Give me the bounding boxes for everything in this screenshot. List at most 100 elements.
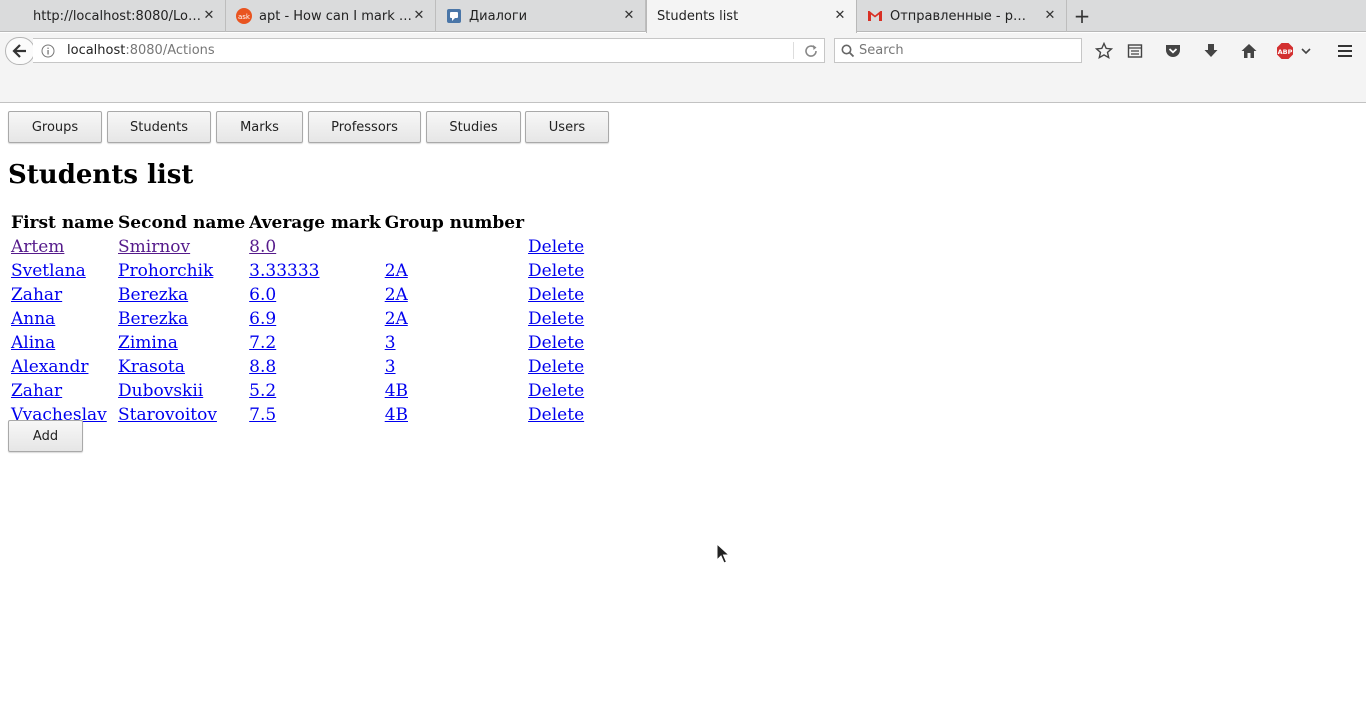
close-icon[interactable]: ✕	[832, 8, 848, 24]
close-icon[interactable]: ✕	[1042, 8, 1058, 24]
search-icon	[841, 44, 855, 58]
users-button[interactable]: Users	[525, 111, 609, 143]
first-name-link[interactable]: Svetlana	[11, 261, 86, 281]
table-cell: Delete	[527, 380, 585, 402]
delete-link[interactable]: Delete	[528, 261, 584, 281]
table-row: Zahar Dubovskii 5.2 4B Delete	[10, 380, 585, 402]
group-number-link[interactable]: 4B	[385, 381, 408, 401]
url-bar[interactable]: localhost:8080/Actions	[33, 38, 825, 63]
downloads-icon[interactable]	[1200, 40, 1222, 62]
bookmark-star-icon[interactable]	[1093, 40, 1115, 62]
delete-link[interactable]: Delete	[528, 237, 584, 257]
delete-link[interactable]: Delete	[528, 309, 584, 329]
average-mark-link[interactable]: 5.2	[249, 381, 276, 401]
table-cell: 3.33333	[248, 260, 382, 282]
average-mark-link[interactable]: 7.2	[249, 333, 276, 353]
table-cell: 8.8	[248, 356, 382, 378]
students-table: First name Second name Average mark Grou…	[8, 210, 587, 428]
table-row: Anna Berezka 6.9 2A Delete	[10, 308, 585, 330]
close-icon[interactable]: ✕	[621, 8, 637, 24]
table-cell: 2A	[384, 284, 525, 306]
new-tab-icon[interactable]: +	[1072, 6, 1092, 26]
tab-title: http://localhost:8080/Login	[33, 8, 203, 24]
table-cell: Zahar	[10, 284, 115, 306]
tab-login[interactable]: http://localhost:8080/Login ✕	[0, 0, 226, 32]
abp-label: ABP	[1278, 48, 1293, 56]
url-text[interactable]: localhost:8080/Actions	[67, 43, 215, 58]
delete-link[interactable]: Delete	[528, 333, 584, 353]
table-cell: Delete	[527, 308, 585, 330]
column-header-second-name: Second name	[118, 213, 246, 233]
average-mark-link[interactable]: 3.33333	[249, 261, 319, 281]
close-icon[interactable]: ✕	[201, 8, 217, 24]
gmail-icon	[867, 8, 883, 24]
table-cell: Zahar	[10, 380, 115, 402]
table-cell: Zimina	[117, 332, 246, 354]
delete-link[interactable]: Delete	[528, 285, 584, 305]
average-mark-link[interactable]: 6.0	[249, 285, 276, 305]
second-name-link[interactable]: Krasota	[118, 357, 185, 377]
first-name-link[interactable]: Alina	[11, 333, 55, 353]
tab-title: apt - How can I mark all ...	[259, 8, 414, 24]
pocket-icon[interactable]	[1162, 40, 1184, 62]
second-name-link[interactable]: Starovoitov	[118, 405, 217, 425]
table-cell: 4B	[384, 380, 525, 402]
groups-button[interactable]: Groups	[8, 111, 102, 143]
first-name-link[interactable]: Anna	[11, 309, 55, 329]
reading-list-icon[interactable]	[1124, 40, 1146, 62]
table-cell: 6.9	[248, 308, 382, 330]
add-button[interactable]: Add	[8, 420, 83, 452]
tab-title: Отправленные - petru...	[890, 8, 1030, 24]
reload-icon[interactable]	[803, 43, 819, 59]
professors-button[interactable]: Professors	[308, 111, 421, 143]
tab-students-list[interactable]: Students list ✕	[646, 0, 857, 33]
site-info-icon[interactable]	[41, 44, 55, 58]
average-mark-link[interactable]: 6.9	[249, 309, 276, 329]
second-name-link[interactable]: Smirnov	[118, 237, 190, 257]
second-name-link[interactable]: Zimina	[118, 333, 178, 353]
group-number-link[interactable]: 3	[385, 357, 396, 377]
search-input[interactable]	[857, 41, 1077, 60]
average-mark-link[interactable]: 8.8	[249, 357, 276, 377]
table-cell: Alina	[10, 332, 115, 354]
delete-link[interactable]: Delete	[528, 357, 584, 377]
average-mark-link[interactable]: 8.0	[249, 237, 276, 257]
first-name-link[interactable]: Zahar	[11, 285, 62, 305]
second-name-link[interactable]: Berezka	[118, 309, 188, 329]
back-button[interactable]	[5, 37, 35, 65]
adblock-plus-icon[interactable]: ABP	[1276, 40, 1312, 62]
first-name-link[interactable]: Artem	[11, 237, 64, 257]
studies-button[interactable]: Studies	[426, 111, 521, 143]
home-icon[interactable]	[1238, 40, 1260, 62]
table-row: Alina Zimina 7.2 3 Delete	[10, 332, 585, 354]
delete-link[interactable]: Delete	[528, 405, 584, 425]
table-cell: Svetlana	[10, 260, 115, 282]
group-number-link[interactable]: 2A	[385, 285, 408, 305]
group-number-link[interactable]: 3	[385, 333, 396, 353]
table-cell: Delete	[527, 284, 585, 306]
tab-vk-dialogs[interactable]: Диалоги ✕	[436, 0, 646, 32]
table-cell: Delete	[527, 236, 585, 258]
search-bar[interactable]	[834, 38, 1082, 63]
group-number-link[interactable]: 2A	[385, 261, 408, 281]
first-name-link[interactable]: Alexandr	[11, 357, 88, 377]
second-name-link[interactable]: Prohorchik	[118, 261, 213, 281]
tab-gmail[interactable]: Отправленные - petru... ✕	[857, 0, 1067, 32]
average-mark-link[interactable]: 7.5	[249, 405, 276, 425]
close-icon[interactable]: ✕	[411, 8, 427, 24]
vk-dialogs-icon	[446, 8, 462, 24]
delete-link[interactable]: Delete	[528, 381, 584, 401]
second-name-link[interactable]: Berezka	[118, 285, 188, 305]
students-button[interactable]: Students	[107, 111, 211, 143]
group-number-link[interactable]: 4B	[385, 405, 408, 425]
marks-button[interactable]: Marks	[216, 111, 303, 143]
table-header-row: First name Second name Average mark Grou…	[10, 212, 585, 234]
first-name-link[interactable]: Zahar	[11, 381, 62, 401]
second-name-link[interactable]: Dubovskii	[118, 381, 203, 401]
table-cell: Krasota	[117, 356, 246, 378]
group-number-link[interactable]: 2A	[385, 309, 408, 329]
back-arrow-icon	[12, 44, 26, 58]
tab-askubuntu[interactable]: ask apt - How can I mark all ... ✕	[226, 0, 436, 32]
hamburger-menu-icon[interactable]	[1334, 40, 1356, 62]
column-header-group-number: Group number	[384, 213, 525, 233]
